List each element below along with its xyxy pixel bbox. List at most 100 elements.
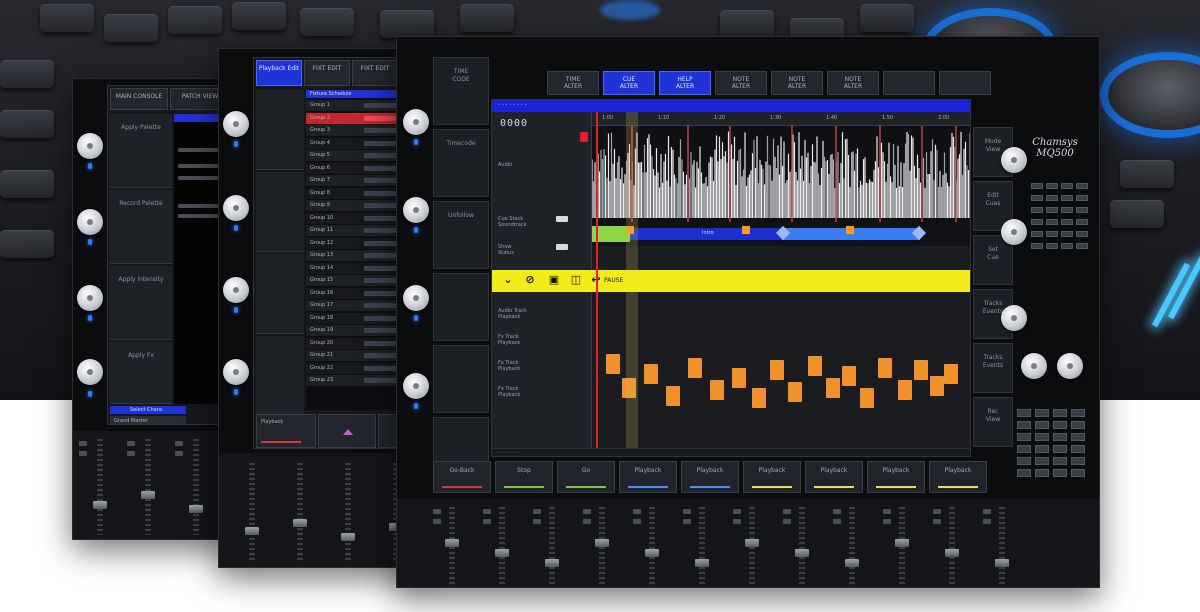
- panel-button[interactable]: [1031, 231, 1043, 237]
- track-toggle-button[interactable]: [556, 244, 568, 250]
- panel-button[interactable]: [1076, 207, 1088, 213]
- lock-icon[interactable]: ▣: [548, 274, 560, 286]
- fader-cap[interactable]: [645, 549, 659, 557]
- panel-button[interactable]: [1035, 421, 1049, 429]
- panel-button[interactable]: [1031, 207, 1043, 213]
- fx-event-block[interactable]: [914, 360, 928, 380]
- panel-button[interactable]: [1071, 445, 1085, 453]
- encoder-knob[interactable]: [403, 373, 429, 399]
- encoder-knob[interactable]: [223, 195, 249, 221]
- fader-button[interactable]: [633, 519, 641, 524]
- left-softkey[interactable]: Apply Fx: [110, 342, 172, 404]
- panel-button[interactable]: [1017, 421, 1031, 429]
- encoder-knob[interactable]: [77, 209, 103, 235]
- fader-cap[interactable]: [189, 505, 203, 513]
- fader-track[interactable]: [749, 507, 755, 587]
- fader-button[interactable]: [683, 519, 691, 524]
- panel-button[interactable]: [1053, 445, 1067, 453]
- fader-track[interactable]: [449, 507, 455, 587]
- fader-track[interactable]: [949, 507, 955, 587]
- fader-track[interactable]: [97, 439, 103, 535]
- list-row[interactable]: [178, 214, 218, 218]
- tab-1[interactable]: CUE ALTER: [603, 71, 655, 95]
- fader-cap[interactable]: [545, 559, 559, 567]
- mid-bottom-key[interactable]: [318, 414, 376, 448]
- fader-cap[interactable]: [293, 519, 307, 527]
- left-softkey-3[interactable]: [433, 273, 489, 341]
- fx-event-block[interactable]: [878, 358, 892, 378]
- panel-button[interactable]: [1071, 469, 1085, 477]
- left-softkey-0[interactable]: TIME CODE: [433, 57, 489, 125]
- fader-button[interactable]: [933, 519, 941, 524]
- panel-button[interactable]: [1071, 433, 1085, 441]
- panel-button[interactable]: [1046, 183, 1058, 189]
- fader-button[interactable]: [533, 509, 541, 514]
- mid-softkey[interactable]: [256, 90, 304, 170]
- fx-event-block[interactable]: [688, 358, 702, 378]
- fader-button[interactable]: [127, 451, 135, 456]
- playback-key-2[interactable]: Go: [557, 461, 615, 493]
- fader-button[interactable]: [583, 519, 591, 524]
- fader-button[interactable]: [483, 509, 491, 514]
- fader-button[interactable]: [983, 519, 991, 524]
- fader-track[interactable]: [249, 463, 255, 563]
- fx-event-block[interactable]: [644, 364, 658, 384]
- tab-main-console[interactable]: MAIN CONSOLE: [110, 88, 168, 110]
- cue-lane[interactable]: Intro: [592, 222, 970, 246]
- panel-button[interactable]: [1061, 219, 1073, 225]
- encoder-knob[interactable]: [223, 277, 249, 303]
- fader-button[interactable]: [783, 509, 791, 514]
- fader-button[interactable]: [733, 519, 741, 524]
- panel-button[interactable]: [1076, 243, 1088, 249]
- fader-button[interactable]: [583, 509, 591, 514]
- left-softkey[interactable]: Apply Intensity: [110, 266, 172, 340]
- left-bottom-cell[interactable]: Grand Master: [110, 416, 186, 424]
- fader-cap[interactable]: [695, 559, 709, 567]
- encoder-knob[interactable]: [1001, 219, 1027, 245]
- fader-cap[interactable]: [595, 539, 609, 547]
- track-toggle-button[interactable]: [556, 216, 568, 222]
- fader-track[interactable]: [599, 507, 605, 587]
- fader-track[interactable]: [193, 439, 199, 535]
- panel-button[interactable]: [1035, 409, 1049, 417]
- fader-button[interactable]: [683, 509, 691, 514]
- panel-button[interactable]: [1035, 433, 1049, 441]
- panel-button[interactable]: [1076, 195, 1088, 201]
- fx-event-block[interactable]: [770, 360, 784, 380]
- fader-button[interactable]: [79, 451, 87, 456]
- fader-track[interactable]: [649, 507, 655, 587]
- fader-button[interactable]: [833, 509, 841, 514]
- panel-button[interactable]: [1046, 195, 1058, 201]
- fx-event-block[interactable]: [666, 386, 680, 406]
- panel-button[interactable]: [1031, 243, 1043, 249]
- fader-track[interactable]: [145, 439, 151, 535]
- tab-3[interactable]: NOTE ALTER: [715, 71, 767, 95]
- fader-cap[interactable]: [93, 501, 107, 509]
- fx-events-area[interactable]: [592, 294, 970, 454]
- fx-event-block[interactable]: [826, 378, 840, 398]
- fader-cap[interactable]: [495, 549, 509, 557]
- fader-cap[interactable]: [795, 549, 809, 557]
- playback-key-7[interactable]: Playback: [867, 461, 925, 493]
- fader-cap[interactable]: [995, 559, 1009, 567]
- encoder-knob[interactable]: [1057, 353, 1083, 379]
- panel-button[interactable]: [1046, 207, 1058, 213]
- panel-button[interactable]: [1053, 457, 1067, 465]
- fader-button[interactable]: [483, 519, 491, 524]
- mid-bottom-key[interactable]: Playback: [256, 414, 316, 448]
- fader-button[interactable]: [783, 519, 791, 524]
- tab-playback-edit[interactable]: Playback Edit: [256, 60, 302, 86]
- cancel-icon[interactable]: ⊘: [524, 274, 536, 286]
- panel-button[interactable]: [1017, 445, 1031, 453]
- panel-button[interactable]: [1061, 183, 1073, 189]
- panel-button[interactable]: [1053, 433, 1067, 441]
- list-row[interactable]: [178, 148, 218, 152]
- list-row[interactable]: [178, 204, 218, 208]
- panel-button[interactable]: [1035, 469, 1049, 477]
- fx-event-block[interactable]: [606, 354, 620, 374]
- playback-key-8[interactable]: Playback: [929, 461, 987, 493]
- encoder-knob[interactable]: [77, 359, 103, 385]
- fx-event-block[interactable]: [930, 376, 944, 396]
- fader-button[interactable]: [433, 509, 441, 514]
- fx-event-block[interactable]: [732, 368, 746, 388]
